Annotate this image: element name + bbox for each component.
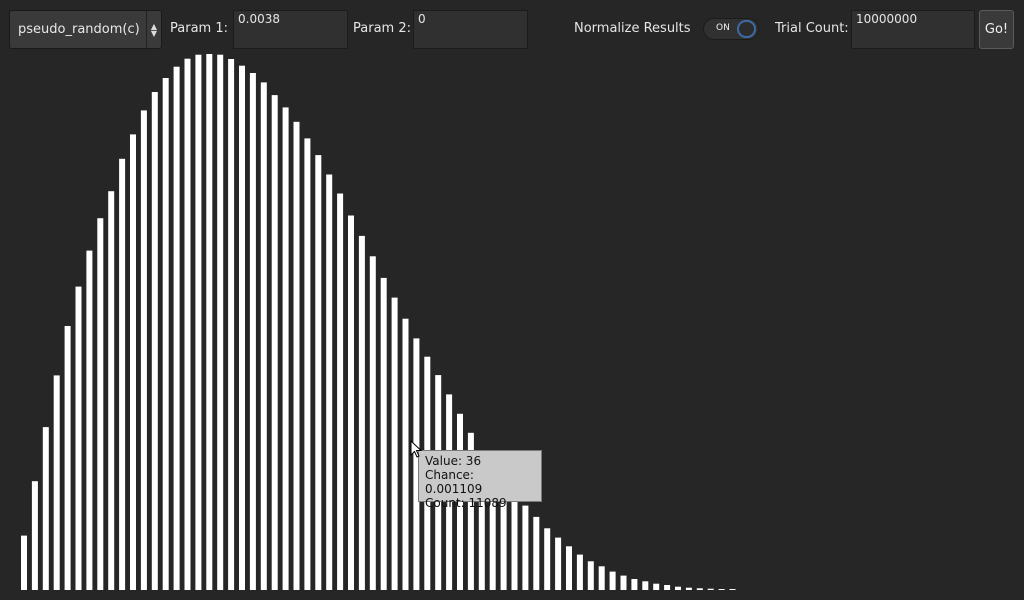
- histogram-bar-50[interactable]: [555, 538, 561, 590]
- bar-tooltip: Value: 36 Chance: 0.001109 Count: 11089: [418, 450, 542, 502]
- histogram-bar-13[interactable]: [152, 92, 158, 590]
- histogram-bar-28[interactable]: [315, 155, 321, 590]
- histogram-bar-14[interactable]: [163, 78, 169, 590]
- histogram-bar-64[interactable]: [708, 589, 714, 590]
- histogram-bar-8[interactable]: [97, 218, 103, 590]
- histogram-bar-36[interactable]: [403, 319, 409, 590]
- tooltip-value: Value: 36: [425, 454, 535, 468]
- histogram-bar-57[interactable]: [631, 579, 637, 590]
- histogram-bar-52[interactable]: [577, 555, 583, 590]
- histogram-bar-18[interactable]: [206, 54, 212, 590]
- histogram-bar-5[interactable]: [65, 326, 71, 590]
- histogram-bar-16[interactable]: [185, 59, 191, 590]
- histogram-bar-23[interactable]: [261, 82, 267, 590]
- histogram-bar-60[interactable]: [664, 585, 670, 590]
- histogram-bar-12[interactable]: [141, 110, 147, 590]
- histogram-bar-35[interactable]: [392, 298, 398, 590]
- histogram-bar-63[interactable]: [697, 588, 703, 590]
- histogram-bar-15[interactable]: [174, 67, 180, 590]
- histogram-bar-25[interactable]: [283, 107, 289, 590]
- mouse-pointer-icon: [410, 440, 424, 460]
- histogram-bar-11[interactable]: [130, 134, 136, 590]
- histogram-bar-6[interactable]: [76, 287, 82, 590]
- histogram-bar-20[interactable]: [228, 59, 234, 590]
- tooltip-count: Count: 11089: [425, 496, 535, 510]
- histogram-bar-55[interactable]: [610, 572, 616, 590]
- histogram-bar-21[interactable]: [239, 66, 245, 590]
- histogram-bar-33[interactable]: [370, 256, 376, 590]
- tooltip-chance: Chance: 0.001109: [425, 468, 535, 496]
- histogram-bar-54[interactable]: [599, 566, 605, 590]
- histogram-bar-51[interactable]: [566, 546, 572, 590]
- histogram-bar-66[interactable]: [730, 589, 736, 590]
- histogram-bar-32[interactable]: [359, 236, 365, 590]
- histogram-bar-17[interactable]: [195, 55, 201, 590]
- histogram-bar-58[interactable]: [642, 581, 648, 590]
- histogram-chart: [0, 0, 1024, 600]
- histogram-bar-3[interactable]: [43, 427, 49, 590]
- histogram-bar-48[interactable]: [533, 517, 539, 590]
- histogram-bar-53[interactable]: [588, 561, 594, 590]
- histogram-bar-1[interactable]: [21, 536, 27, 590]
- histogram-bar-22[interactable]: [250, 73, 256, 590]
- histogram-bar-9[interactable]: [108, 191, 114, 590]
- histogram-bar-30[interactable]: [337, 194, 343, 591]
- histogram-bar-2[interactable]: [32, 481, 38, 590]
- histogram-bar-59[interactable]: [653, 584, 659, 590]
- histogram-bar-49[interactable]: [544, 528, 550, 590]
- histogram-bar-47[interactable]: [522, 506, 528, 590]
- histogram-bar-24[interactable]: [272, 95, 278, 590]
- histogram-bar-56[interactable]: [621, 576, 627, 590]
- histogram-bar-4[interactable]: [54, 375, 60, 590]
- histogram-bar-27[interactable]: [304, 138, 310, 590]
- histogram-bar-61[interactable]: [675, 587, 681, 590]
- histogram-bar-7[interactable]: [86, 251, 92, 590]
- histogram-bar-34[interactable]: [381, 278, 387, 590]
- histogram-bar-19[interactable]: [217, 55, 223, 590]
- histogram-bar-29[interactable]: [326, 175, 332, 591]
- histogram-bar-65[interactable]: [719, 589, 725, 590]
- histogram-bar-26[interactable]: [294, 122, 300, 590]
- histogram-bar-31[interactable]: [348, 216, 354, 591]
- histogram-bar-62[interactable]: [686, 588, 692, 590]
- histogram-bar-10[interactable]: [119, 159, 125, 590]
